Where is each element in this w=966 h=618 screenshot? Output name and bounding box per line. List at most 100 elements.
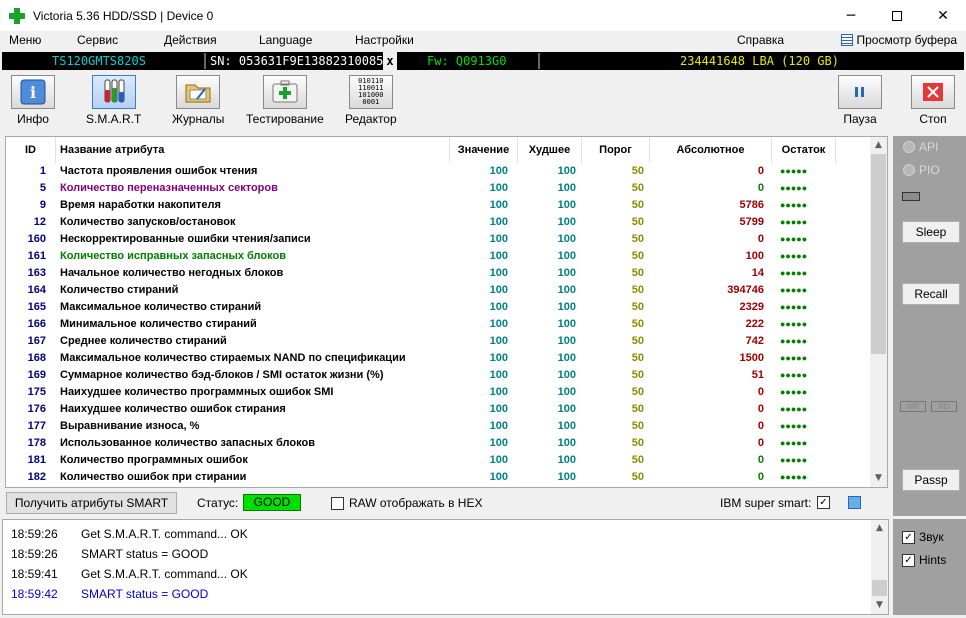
- scroll-down-icon[interactable]: ▼: [870, 470, 887, 487]
- smart-button[interactable]: S.M.A.R.T: [86, 75, 141, 126]
- folder-icon: [176, 75, 221, 109]
- maximize-button[interactable]: [874, 0, 920, 31]
- cell-id: 168: [27, 352, 46, 364]
- sound-checkbox[interactable]: ✓: [902, 530, 915, 544]
- cell-raw: 222: [745, 318, 764, 330]
- testing-button[interactable]: Тестирование: [246, 75, 324, 126]
- menu-item-menu[interactable]: Меню: [9, 33, 41, 47]
- cell-id: 182: [27, 471, 46, 483]
- log-panel[interactable]: 18:59:26 Get S.M.A.R.T. command... OK 18:…: [2, 519, 889, 615]
- cell-name: Количество стираний: [60, 284, 179, 296]
- close-device-button[interactable]: x: [383, 52, 397, 70]
- log-scroll-thumb[interactable]: [872, 580, 887, 596]
- raw-hex-checkbox[interactable]: [331, 496, 344, 510]
- cell-name: Количество переназначенных секторов: [60, 182, 278, 194]
- window-title: Victoria 5.36 HDD/SSD | Device 0: [33, 8, 214, 23]
- cell-value: 100: [489, 454, 508, 466]
- recall-button[interactable]: Recall: [902, 283, 960, 305]
- binary-editor-icon: 010110 110011 101000 0001: [348, 75, 393, 109]
- table-row[interactable]: 169 Суммарное количество бэд-блоков / SMI…: [6, 367, 872, 384]
- table-scrollbar[interactable]: ▲ ▼: [870, 137, 887, 487]
- cell-raw: 0: [757, 386, 764, 398]
- cell-raw: 1500: [739, 352, 764, 364]
- cell-threshold: 50: [631, 318, 644, 330]
- smart-table[interactable]: ID Название атрибута Значение Худшее Пор…: [5, 136, 888, 488]
- col-worst[interactable]: Худшее: [518, 137, 582, 163]
- menu-item-service[interactable]: Сервис: [77, 33, 118, 47]
- menu-item-settings[interactable]: Настройки: [355, 33, 414, 47]
- cell-worst: 100: [557, 352, 576, 364]
- menu-item-actions[interactable]: Действия: [164, 33, 217, 47]
- logs-button[interactable]: Журналы: [172, 75, 224, 126]
- scroll-up-icon[interactable]: ▲: [870, 137, 887, 154]
- cell-remaining: ●●●●●: [780, 183, 808, 193]
- log-scroll-up-icon[interactable]: ▲: [871, 520, 888, 537]
- color-indicator[interactable]: [848, 496, 861, 509]
- cell-threshold: 50: [631, 420, 644, 432]
- api-radio[interactable]: API: [903, 140, 938, 154]
- cell-remaining: ●●●●●: [780, 234, 808, 244]
- menu-item-help[interactable]: Справка: [737, 33, 784, 47]
- cell-threshold: 50: [631, 199, 644, 211]
- table-row[interactable]: 164 Количество стираний 100 100 50 394746 ●●●●…: [6, 282, 872, 299]
- radio-dot-icon: [903, 164, 915, 176]
- cell-remaining: ●●●●●: [780, 302, 808, 312]
- scroll-thumb[interactable]: [871, 154, 886, 354]
- table-row[interactable]: 163 Начальное количество негодных блоков 1…: [6, 265, 872, 282]
- sound-toggle[interactable]: ✓ Звук: [902, 530, 944, 544]
- cell-id: 177: [27, 420, 46, 432]
- table-row[interactable]: 165 Максимальное количество стираний 100 10…: [6, 299, 872, 316]
- stop-button[interactable]: Стоп: [911, 75, 955, 126]
- table-row[interactable]: 160 Нескорректированные ошибки чтения/зап…: [6, 231, 872, 248]
- table-row[interactable]: 9 Время наработки накопителя 100 100 50 5786 ●…: [6, 197, 872, 214]
- cell-worst: 100: [557, 284, 576, 296]
- cell-worst: 100: [557, 301, 576, 313]
- cell-value: 100: [489, 471, 508, 483]
- passp-button[interactable]: Passp: [902, 469, 960, 491]
- log-scrollbar[interactable]: ▲ ▼: [871, 520, 888, 614]
- table-row[interactable]: 182 Количество ошибок при стирании 100 100 5…: [6, 469, 872, 486]
- menu-item-language[interactable]: Language: [259, 33, 312, 47]
- close-window-button[interactable]: ✕: [920, 0, 966, 31]
- col-remaining[interactable]: Остаток: [772, 137, 836, 163]
- hints-toggle[interactable]: ✓ Hints: [902, 553, 946, 567]
- cell-raw: 100: [745, 250, 764, 262]
- table-row[interactable]: 12 Количество запусков/остановок 100 100 50 5…: [6, 214, 872, 231]
- cell-threshold: 50: [631, 369, 644, 381]
- stop-icon: [911, 75, 955, 109]
- get-smart-button[interactable]: Получить атрибуты SMART: [6, 492, 177, 514]
- hints-checkbox[interactable]: ✓: [902, 553, 915, 567]
- pio-radio[interactable]: PIO: [903, 163, 940, 177]
- table-row[interactable]: 181 Количество программных ошибок 100 100 50…: [6, 452, 872, 469]
- raw-hex-toggle[interactable]: RAW отображать в HEX: [331, 496, 482, 510]
- cell-id: 176: [27, 403, 46, 415]
- table-row[interactable]: 177 Выравнивание износа, % 100 100 50 0 ●●●●●: [6, 418, 872, 435]
- log-scroll-down-icon[interactable]: ▼: [871, 597, 888, 614]
- col-value[interactable]: Значение: [450, 137, 518, 163]
- sleep-button[interactable]: Sleep: [902, 221, 960, 243]
- buffer-view-button[interactable]: Просмотр буфера: [841, 33, 957, 47]
- table-row[interactable]: 168 Максимальное количество стираемых NAN…: [6, 350, 872, 367]
- cell-raw: 0: [757, 420, 764, 432]
- editor-button[interactable]: 010110 110011 101000 0001 Редактор: [345, 75, 397, 126]
- table-row[interactable]: 5 Количество переназначенных секторов 100 1…: [6, 180, 872, 197]
- cell-raw: 0: [757, 403, 764, 415]
- info-button[interactable]: i Инфо: [11, 75, 55, 126]
- table-row[interactable]: 167 Среднее количество стираний 100 100 50 74…: [6, 333, 872, 350]
- table-row[interactable]: 176 Наихудшее количество ошибок стирания 1…: [6, 401, 872, 418]
- table-row[interactable]: 161 Количество исправных запасных блоков 1…: [6, 248, 872, 265]
- ibm-super-smart-checkbox[interactable]: ✓: [817, 496, 830, 509]
- table-row[interactable]: 166 Минимальное количество стираний 100 100…: [6, 316, 872, 333]
- drive-info-bar: TS120GMTS820S SN: 053631F9E13882310085 x…: [2, 52, 964, 70]
- table-row[interactable]: 175 Наихудшее количество программных ошиб…: [6, 384, 872, 401]
- col-name[interactable]: Название атрибута: [56, 137, 450, 163]
- cell-value: 100: [489, 199, 508, 211]
- col-id[interactable]: ID: [6, 137, 56, 163]
- cell-remaining: ●●●●●: [780, 387, 808, 397]
- minimize-button[interactable]: ─: [828, 0, 874, 31]
- table-row[interactable]: 1 Частота проявления ошибок чтения 100 100 5…: [6, 163, 872, 180]
- col-threshold[interactable]: Порог: [582, 137, 650, 163]
- pause-button[interactable]: Пауза: [838, 75, 882, 126]
- table-row[interactable]: 178 Использованное количество запасных бл…: [6, 435, 872, 452]
- col-raw[interactable]: Абсолютное: [650, 137, 772, 163]
